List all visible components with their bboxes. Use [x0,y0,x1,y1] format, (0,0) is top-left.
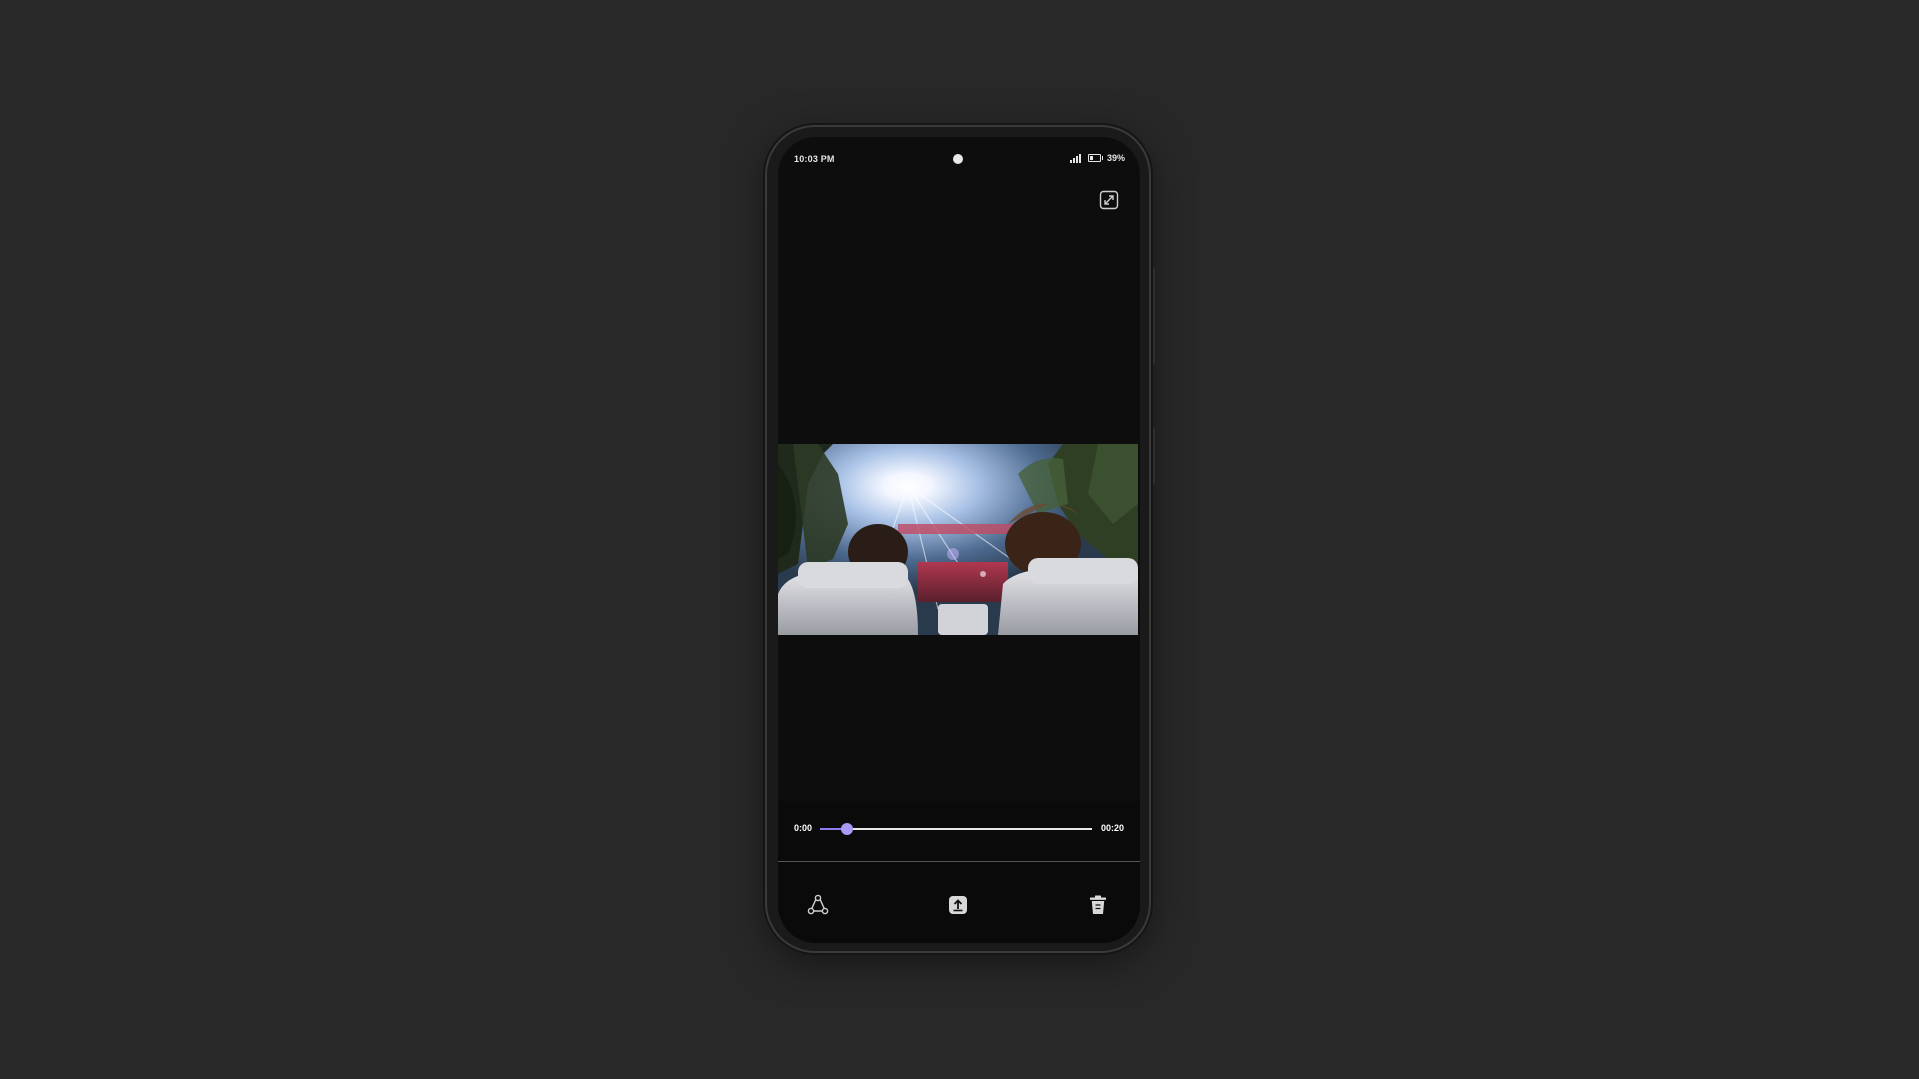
seek-bar[interactable] [820,823,1092,835]
divider [778,861,1140,862]
power-button [1151,428,1155,484]
share-icon [807,894,829,915]
share-button[interactable] [804,891,832,919]
battery-percent: 39% [1106,153,1125,163]
phone-screen: 10:03 PM 39% 0:00 00:20 [778,137,1140,943]
battery-icon [1087,154,1103,162]
upload-icon [949,896,967,914]
player-controls: 0:00 00:20 [778,801,1140,943]
status-bar: 10:03 PM 39% [778,137,1140,183]
total-duration: 00:20 [1100,823,1124,833]
expand-diagonal-icon [1099,190,1119,210]
delete-button[interactable] [1084,891,1112,919]
bottom-action-bar [778,891,1140,921]
current-time: 0:00 [794,823,813,833]
status-indicators: 39% [1069,153,1125,163]
seek-thumb[interactable] [841,823,854,835]
fullscreen-button[interactable] [1098,189,1120,211]
front-camera [953,154,963,164]
volume-button [1151,268,1155,364]
status-time: 10:03 PM [794,154,835,164]
upload-button[interactable] [944,891,972,919]
signal-icon [1069,153,1081,163]
video-image [778,444,1138,635]
trash-icon [1090,895,1106,914]
video-frame[interactable] [778,444,1138,635]
desktop-background: 10:03 PM 39% 0:00 00:20 [0,0,1919,1079]
